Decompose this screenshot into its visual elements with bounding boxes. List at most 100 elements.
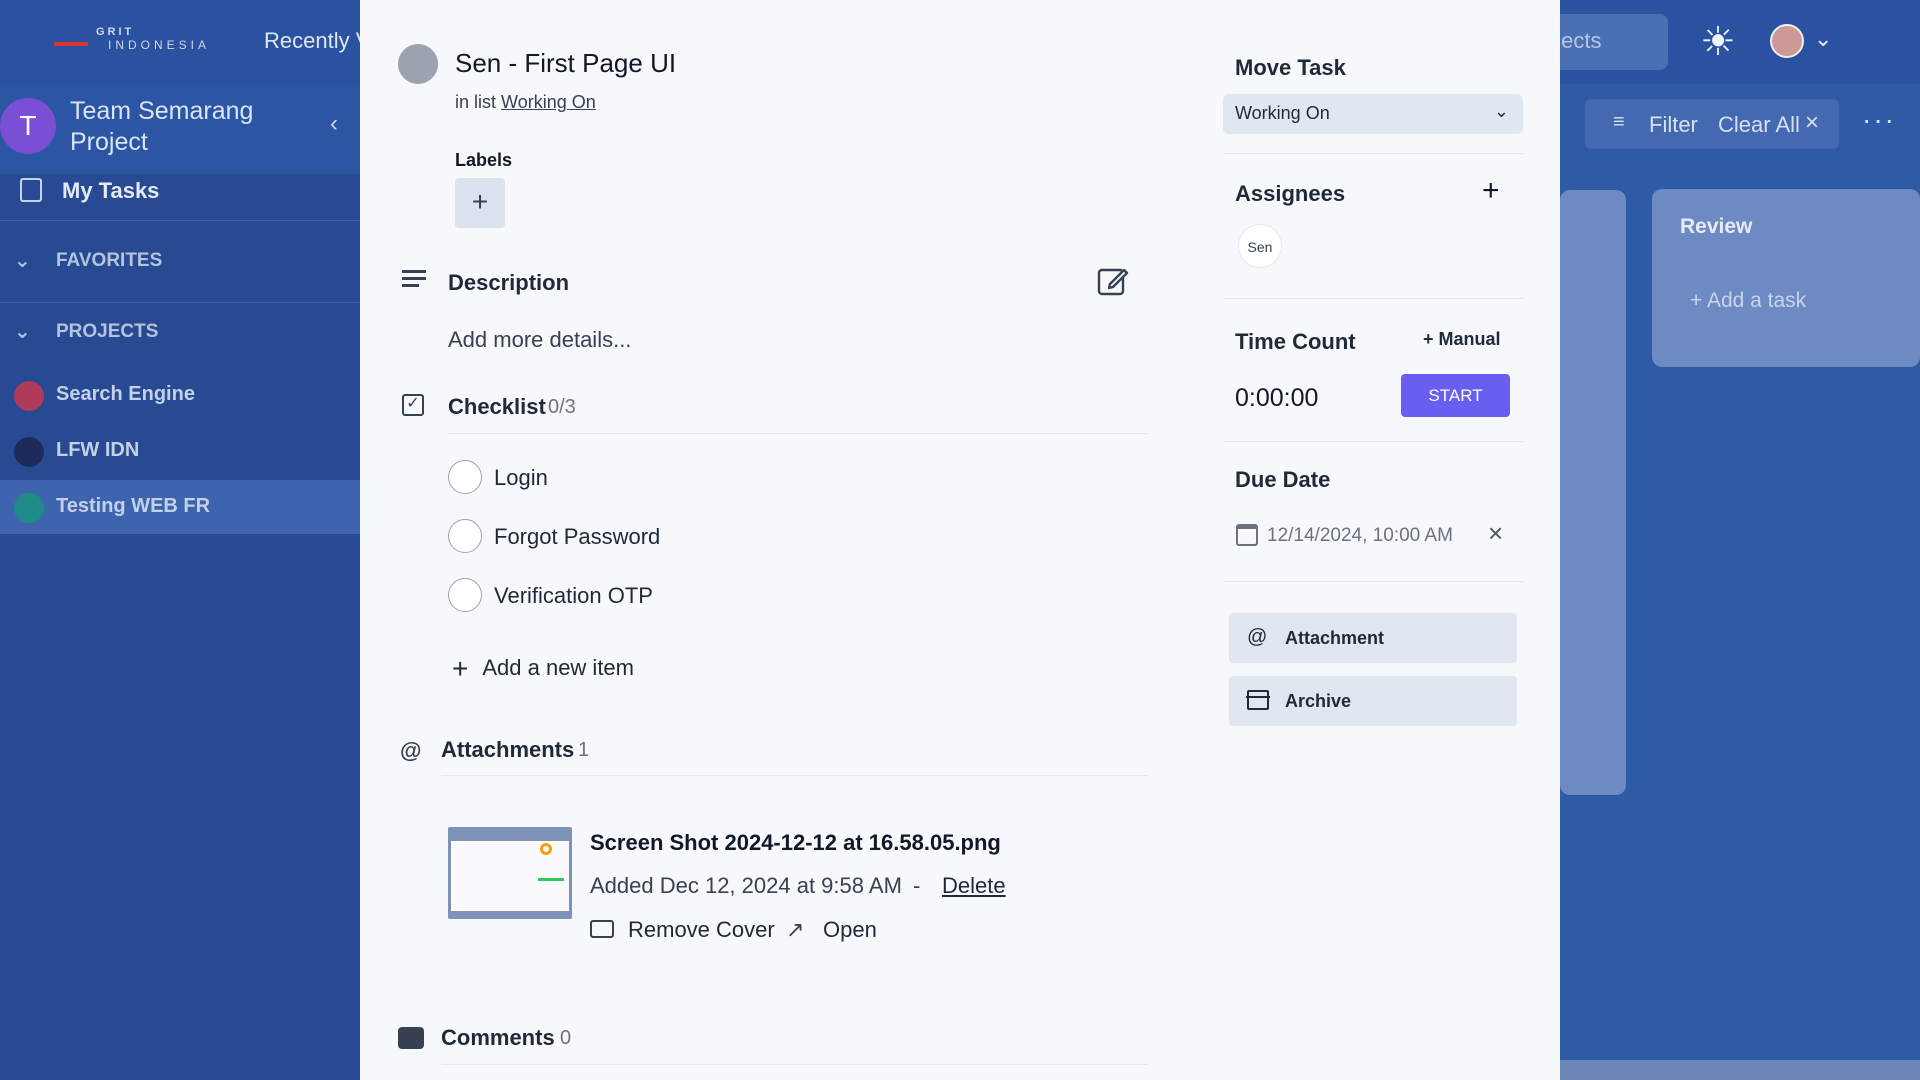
project-avatar bbox=[14, 381, 44, 411]
open-attachment-button[interactable]: Open bbox=[823, 917, 877, 943]
add-checklist-item-button[interactable]: + Add a new item bbox=[452, 653, 634, 685]
divider bbox=[441, 1064, 1148, 1065]
board-column bbox=[1560, 190, 1626, 795]
user-avatar[interactable] bbox=[1770, 24, 1804, 58]
team-avatar: T bbox=[0, 98, 56, 154]
favorites-section-toggle[interactable]: ⌄ FAVORITES bbox=[0, 244, 360, 284]
logo-text-line1: GRIT bbox=[96, 26, 135, 38]
checklist-item[interactable]: Verification OTP bbox=[448, 578, 948, 618]
calendar-icon[interactable] bbox=[1236, 524, 1258, 546]
sidebar-item-project[interactable]: Testing WEB FR bbox=[0, 480, 360, 534]
sidebar-item-project[interactable]: Search Engine bbox=[0, 368, 360, 422]
logo-text-line2: INDONESIA bbox=[108, 38, 211, 52]
task-detail-modal: Sen - First Page UI in list Working On L… bbox=[360, 0, 1560, 1080]
section-label: PROJECTS bbox=[56, 321, 159, 342]
clipboard-icon bbox=[20, 178, 42, 202]
checklist-item[interactable]: Login bbox=[448, 460, 948, 500]
add-task-button[interactable]: + Add a task bbox=[1690, 289, 1806, 313]
chevron-down-icon[interactable]: ⌄ bbox=[1814, 26, 1832, 52]
due-date-input[interactable]: 12/14/2024, 10:00 AM bbox=[1267, 525, 1453, 547]
checklist-icon: ✓ bbox=[402, 394, 424, 416]
manual-time-button[interactable]: + Manual bbox=[1423, 329, 1501, 350]
divider bbox=[1223, 441, 1523, 442]
chevron-down-icon: ⌄ bbox=[14, 321, 31, 343]
thumbnail-chart-bars bbox=[538, 867, 564, 881]
assignees-heading: Assignees bbox=[1235, 181, 1346, 206]
clear-all-button[interactable]: Clear All bbox=[1718, 112, 1800, 138]
project-label: Testing WEB FR bbox=[56, 495, 211, 517]
attachment-thumbnail[interactable] bbox=[448, 827, 572, 919]
team-name: Team Semarang Project bbox=[70, 97, 254, 156]
attachment-filename[interactable]: Screen Shot 2024-12-12 at 16.58.05.png bbox=[590, 830, 1001, 856]
divider bbox=[0, 302, 360, 303]
archive-button[interactable]: Archive bbox=[1229, 676, 1517, 726]
move-task-select[interactable]: Working On ⌄ bbox=[1223, 94, 1523, 134]
plus-icon: + bbox=[452, 653, 469, 684]
attachment-button[interactable]: @ Attachment bbox=[1229, 613, 1517, 663]
description-icon bbox=[402, 270, 426, 290]
assignee-avatar[interactable]: Sen bbox=[1238, 224, 1282, 268]
move-task-heading: Move Task bbox=[1235, 55, 1346, 80]
task-status-toggle[interactable] bbox=[398, 44, 438, 84]
divider bbox=[1223, 581, 1523, 582]
projects-section-toggle[interactable]: ⌄ PROJECTS bbox=[0, 315, 360, 355]
add-assignee-button[interactable]: + bbox=[1482, 174, 1500, 208]
archive-button-label: Archive bbox=[1285, 691, 1352, 711]
task-title[interactable]: Sen - First Page UI bbox=[455, 48, 676, 79]
logo-mark bbox=[54, 42, 88, 46]
comments-count: 0 bbox=[560, 1027, 572, 1049]
divider bbox=[0, 220, 360, 221]
more-options-icon[interactable]: ··· bbox=[1862, 104, 1896, 136]
in-list-prefix: in list bbox=[455, 92, 497, 112]
sidebar-item-project[interactable]: LFW IDN bbox=[0, 424, 360, 478]
task-list-info: in list Working On bbox=[455, 92, 596, 113]
divider bbox=[448, 433, 1148, 434]
chevron-down-icon: ⌄ bbox=[1493, 101, 1509, 121]
remove-cover-button[interactable]: Remove Cover bbox=[628, 917, 775, 943]
add-label-button[interactable]: + bbox=[455, 178, 505, 228]
attachment-added-date: Added Dec 12, 2024 at 9:58 AM bbox=[590, 873, 902, 898]
move-task-value: Working On bbox=[1235, 103, 1330, 123]
collapse-sidebar-icon[interactable]: ‹ bbox=[330, 110, 338, 138]
comments-heading: Comments bbox=[441, 1025, 555, 1050]
filter-button[interactable]: Filter bbox=[1649, 112, 1698, 138]
checkbox[interactable] bbox=[448, 460, 482, 494]
checklist-item[interactable]: Forgot Password bbox=[448, 519, 948, 559]
labels-heading: Labels bbox=[455, 150, 513, 170]
sidebar-item-label: My Tasks bbox=[62, 178, 160, 203]
timer-display: 0:00:00 bbox=[1235, 384, 1319, 412]
sun-icon[interactable]: ☀ bbox=[1700, 22, 1736, 62]
sidebar-item-my-tasks[interactable]: My Tasks bbox=[0, 168, 360, 216]
comments-icon bbox=[398, 1027, 424, 1049]
checklist-item-label: Login bbox=[494, 465, 548, 490]
due-date-heading: Due Date bbox=[1235, 467, 1331, 492]
divider bbox=[1223, 153, 1523, 154]
checklist-item-label: Forgot Password bbox=[494, 524, 661, 549]
team-header: T Team Semarang Project ‹ bbox=[0, 84, 360, 174]
description-input[interactable]: Add more details... bbox=[448, 327, 631, 353]
section-label: FAVORITES bbox=[56, 250, 163, 271]
start-timer-button[interactable]: START bbox=[1401, 374, 1510, 417]
separator: - bbox=[913, 873, 921, 898]
app-logo[interactable]: GRIT INDONESIA bbox=[54, 26, 214, 56]
checkbox[interactable] bbox=[448, 578, 482, 612]
checkbox[interactable] bbox=[448, 519, 482, 553]
filter-icon[interactable]: ≡ bbox=[1613, 111, 1625, 134]
horizontal-scrollbar[interactable] bbox=[1560, 1060, 1920, 1080]
external-link-icon[interactable]: ↗ bbox=[786, 917, 804, 943]
description-heading: Description bbox=[448, 270, 570, 295]
clear-due-date-icon[interactable]: × bbox=[1488, 518, 1503, 549]
paperclip-icon: @ bbox=[1247, 626, 1268, 648]
image-icon[interactable] bbox=[590, 920, 614, 938]
delete-attachment-link[interactable]: Delete bbox=[942, 873, 1006, 899]
list-link[interactable]: Working On bbox=[501, 92, 596, 112]
attachment-button-label: Attachment bbox=[1285, 628, 1385, 648]
board-column-review: Review + Add a task bbox=[1652, 189, 1920, 367]
recently-viewed-menu[interactable]: Recently V bbox=[264, 28, 370, 54]
add-item-label: Add a new item bbox=[482, 655, 634, 680]
edit-icon[interactable] bbox=[1096, 264, 1130, 298]
sidebar: T Team Semarang Project ‹ My Tasks ⌄ FAV… bbox=[0, 84, 360, 1080]
project-avatar bbox=[14, 493, 44, 523]
close-icon[interactable]: × bbox=[1805, 109, 1819, 137]
time-count-heading: Time Count bbox=[1235, 329, 1356, 354]
